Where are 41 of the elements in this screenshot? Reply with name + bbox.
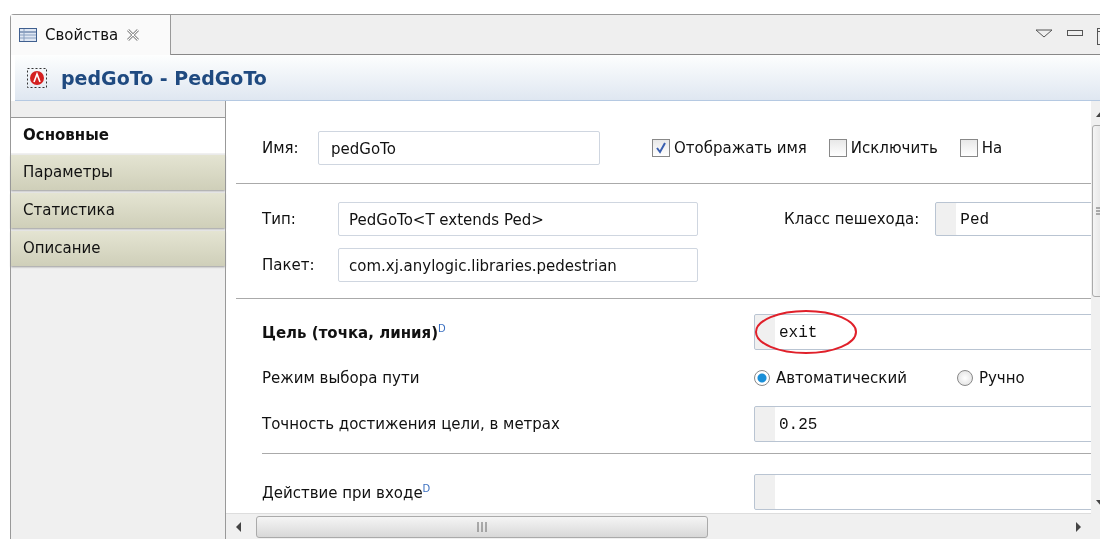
horizontal-scrollbar[interactable] <box>226 513 1091 539</box>
table-icon <box>19 28 37 42</box>
checkbox[interactable] <box>652 139 670 157</box>
checkbox-label: Исключить <box>850 139 938 157</box>
close-icon[interactable] <box>126 28 141 42</box>
radio-label: Ручно <box>978 369 1025 387</box>
name-field[interactable]: pedGoTo <box>318 131 600 165</box>
radio-button[interactable] <box>754 370 770 386</box>
field-label: Режим выбора пути <box>262 369 421 387</box>
grip-icon <box>475 522 489 532</box>
scroll-right-icon[interactable] <box>1073 521 1083 533</box>
properties-tab[interactable]: Свойства <box>11 15 171 55</box>
sidebar-tab[interactable]: Параметры <box>11 155 225 190</box>
goal-field[interactable]: exit <box>754 314 1091 350</box>
properties-title: pedGoTo - PedGoTo <box>61 66 267 89</box>
view-menu-icon[interactable] <box>1035 29 1053 39</box>
field-label: Пакет: <box>262 256 316 274</box>
entry-action-field[interactable] <box>754 474 1091 510</box>
field-label: Цель (точка, линия)$^{D}$ <box>262 322 447 342</box>
sidebar-tab[interactable]: Описание <box>11 231 225 266</box>
package-field[interactable]: com.xj.anylogic.libraries.pedestrian <box>338 248 698 282</box>
field-label: Класс пешехода: <box>784 210 920 228</box>
checkbox[interactable] <box>959 139 978 157</box>
radio-label: Автоматический <box>776 369 907 387</box>
field-label: Действие при входе$^{D}$ <box>262 482 432 502</box>
accuracy-field[interactable]: 0.25 <box>754 406 1091 442</box>
scroll-thumb[interactable] <box>256 516 708 538</box>
sidebar-tab[interactable]: Основные <box>11 118 225 153</box>
type-field[interactable]: PedGoTo<T extends Ped> <box>338 202 698 236</box>
field-label: Имя: <box>262 139 300 157</box>
minimize-icon[interactable] <box>1067 29 1083 37</box>
checkbox-label: На <box>981 139 1003 157</box>
agent-icon <box>27 67 47 88</box>
checkbox-label: Отображать имя <box>674 139 807 157</box>
sidebar-tab[interactable]: Статистика <box>11 193 225 228</box>
field-label: Тип: <box>262 210 297 228</box>
scroll-left-icon[interactable] <box>234 521 244 533</box>
checkbox[interactable] <box>828 139 847 157</box>
field-label: Точность достижения цели, в метрах <box>262 415 561 433</box>
radio-button[interactable] <box>956 370 973 386</box>
ped-class-field[interactable]: Ped <box>935 202 1091 236</box>
